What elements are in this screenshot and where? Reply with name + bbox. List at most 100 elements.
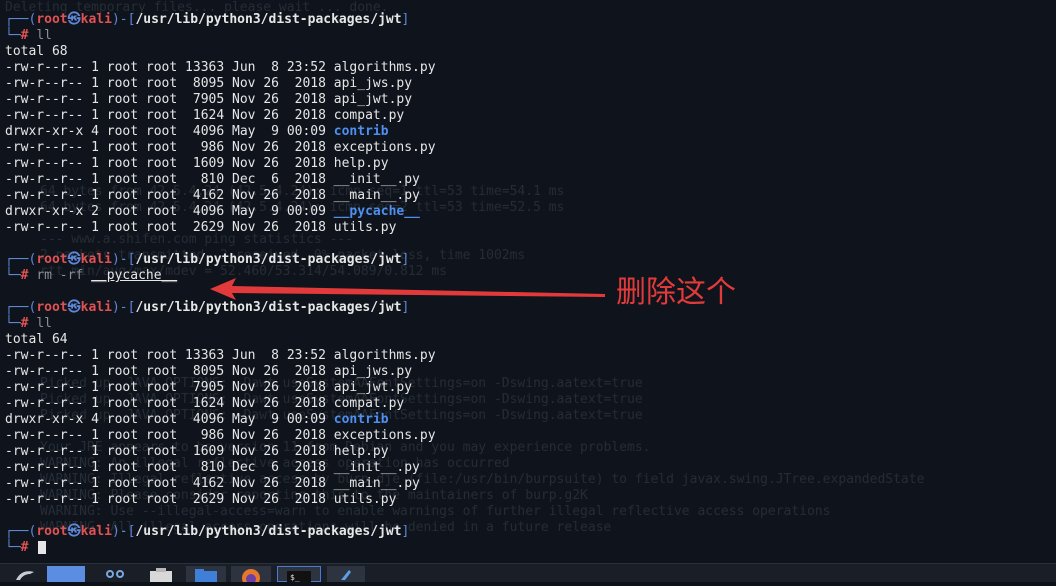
file-permissions: -rw-r--r--	[5, 108, 84, 123]
file-name[interactable]: api_jws.py	[334, 76, 412, 91]
file-links: 2	[91, 204, 99, 219]
prompt-command-line[interactable]: └─# rm -rf __pycache__	[5, 268, 177, 284]
skull-icon: ㉿	[67, 252, 81, 267]
file-name[interactable]: __init__.py	[334, 460, 420, 475]
file-name[interactable]: api_jwt.py	[334, 92, 412, 107]
settings-icon[interactable]	[102, 566, 128, 582]
file-name[interactable]: api_jws.py	[334, 364, 412, 379]
file-name[interactable]: contrib	[334, 124, 389, 139]
file-name[interactable]: help.py	[334, 444, 389, 459]
file-listing-row: drwxr-xr-x 4 root root 4096 May 9 00:09 …	[5, 412, 389, 428]
file-size: 810	[185, 172, 225, 187]
file-day: 26	[263, 396, 279, 411]
file-links: 1	[91, 220, 99, 235]
file-name[interactable]: compat.py	[334, 396, 404, 411]
file-listing-row: -rw-r--r-- 1 root root 1609 Nov 26 2018 …	[5, 444, 389, 460]
file-owner: root	[106, 492, 139, 507]
file-name[interactable]: exceptions.py	[334, 428, 436, 443]
file-size: 986	[185, 140, 225, 155]
file-permissions: drwxr-xr-x	[5, 412, 84, 427]
file-owner: root	[106, 76, 139, 91]
file-group: root	[145, 76, 178, 91]
folder-icon[interactable]	[186, 566, 226, 582]
file-day: 26	[263, 364, 279, 379]
file-day: 26	[263, 428, 279, 443]
prompt-command-line[interactable]: └─# ll	[5, 316, 52, 332]
file-permissions: -rw-r--r--	[5, 140, 84, 155]
file-month: Nov	[232, 428, 256, 443]
file-name[interactable]: algorithms.py	[334, 348, 436, 363]
file-name[interactable]: __pycache__	[334, 204, 420, 219]
file-month: Dec	[232, 172, 256, 187]
command-text: rm -rf	[36, 268, 84, 283]
file-name[interactable]: __init__.py	[334, 172, 420, 187]
workspace-icon[interactable]	[47, 566, 85, 582]
file-size: 7905	[185, 380, 225, 395]
file-links: 1	[91, 76, 99, 91]
file-name[interactable]: compat.py	[334, 108, 404, 123]
file-links: 1	[91, 108, 99, 123]
file-name[interactable]: algorithms.py	[334, 60, 436, 75]
file-name[interactable]: __main__.py	[334, 476, 420, 491]
file-listing-row: -rw-r--r-- 1 root root 13363 Jun 8 23:52…	[5, 348, 436, 364]
file-name[interactable]: utils.py	[334, 492, 397, 507]
file-group: root	[145, 140, 178, 155]
file-day: 26	[263, 220, 279, 235]
file-size: 8095	[185, 364, 225, 379]
file-time: 2018	[286, 492, 326, 507]
file-name[interactable]: utils.py	[334, 220, 397, 235]
file-owner: root	[106, 444, 139, 459]
file-group: root	[145, 188, 178, 203]
prompt-command-line[interactable]: └─# ll	[5, 28, 52, 44]
file-size: 4096	[185, 204, 225, 219]
prompt-command-line[interactable]: └─#	[5, 540, 47, 556]
kali-dragon-icon[interactable]	[14, 566, 38, 582]
listing-total: total 64	[5, 332, 68, 347]
file-links: 1	[91, 444, 99, 459]
file-links: 1	[91, 492, 99, 507]
file-name[interactable]: help.py	[334, 156, 389, 171]
file-listing-row: -rw-r--r-- 1 root root 4162 Nov 26 2018 …	[5, 188, 420, 204]
prompt-host: kali	[80, 300, 112, 315]
file-owner: root	[106, 204, 139, 219]
file-listing-row: -rw-r--r-- 1 root root 810 Dec 6 2018 __…	[5, 460, 420, 476]
file-month: Nov	[232, 220, 256, 235]
file-group: root	[145, 156, 178, 171]
file-month: Dec	[232, 460, 256, 475]
file-group: root	[145, 460, 178, 475]
taskbar: $_	[0, 563, 1056, 586]
file-day: 6	[263, 460, 279, 475]
file-owner: root	[106, 460, 139, 475]
file-permissions: -rw-r--r--	[5, 396, 84, 411]
file-group: root	[145, 124, 178, 139]
file-links: 1	[91, 60, 99, 75]
terminal-icon[interactable]: $_	[277, 566, 321, 582]
kali-tools-icon[interactable]	[327, 566, 365, 582]
file-size: 8095	[185, 76, 225, 91]
file-group: root	[145, 60, 178, 75]
file-permissions: -rw-r--r--	[5, 348, 84, 363]
file-name[interactable]: __main__.py	[334, 188, 420, 203]
file-permissions: -rw-r--r--	[5, 364, 84, 379]
file-group: root	[145, 428, 178, 443]
file-time: 2018	[286, 76, 326, 91]
file-listing-row: -rw-r--r-- 1 root root 7905 Nov 26 2018 …	[5, 380, 412, 396]
command-argument: __pycache__	[91, 268, 178, 283]
file-owner: root	[106, 188, 139, 203]
archive-icon[interactable]	[146, 566, 176, 582]
file-permissions: -rw-r--r--	[5, 460, 84, 475]
file-name[interactable]: contrib	[334, 412, 389, 427]
firefox-icon[interactable]	[231, 566, 271, 586]
prompt-host: kali	[80, 12, 112, 27]
file-listing-row: -rw-r--r-- 1 root root 8095 Nov 26 2018 …	[5, 76, 412, 92]
file-name[interactable]: api_jwt.py	[334, 380, 412, 395]
file-time: 2018	[286, 220, 326, 235]
file-group: root	[145, 364, 178, 379]
file-group: root	[145, 220, 178, 235]
file-size: 986	[185, 428, 225, 443]
file-day: 26	[263, 492, 279, 507]
file-permissions: -rw-r--r--	[5, 92, 84, 107]
file-name[interactable]: exceptions.py	[334, 140, 436, 155]
file-size: 1624	[185, 396, 225, 411]
file-month: May	[232, 124, 256, 139]
